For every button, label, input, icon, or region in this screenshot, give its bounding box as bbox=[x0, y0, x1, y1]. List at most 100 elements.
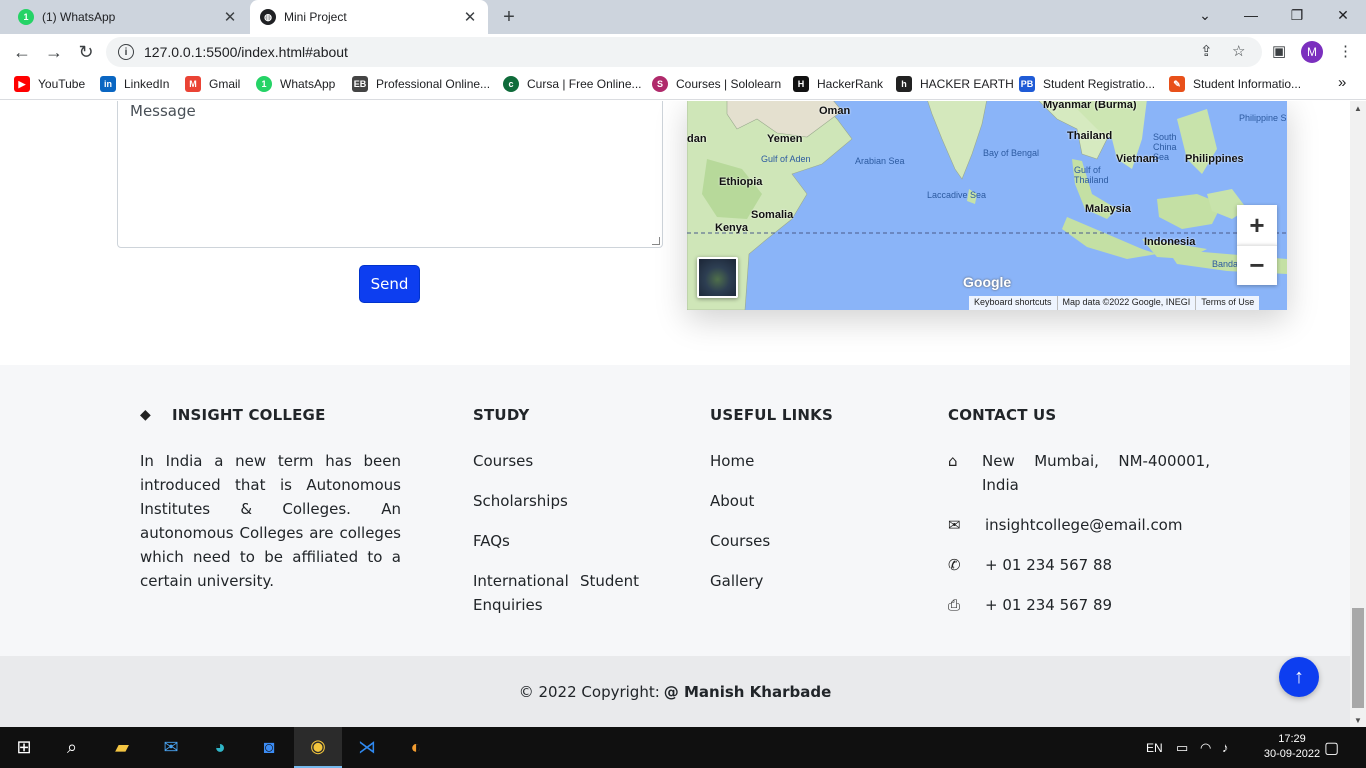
battery-icon[interactable]: ▭ bbox=[1176, 727, 1188, 768]
language-indicator[interactable]: EN bbox=[1146, 727, 1163, 768]
map-attribution: Keyboard shortcuts Map data ©2022 Google… bbox=[969, 296, 1260, 310]
map-label: Myanmar (Burma) bbox=[1043, 101, 1137, 111]
resize-grip-icon[interactable] bbox=[652, 237, 660, 245]
site-footer: ◆ INSIGHT COLLEGE In India a new term has… bbox=[0, 365, 1350, 656]
page-scrollbar[interactable]: ▲ ▼ bbox=[1350, 101, 1366, 727]
footer-link[interactable]: Home bbox=[710, 449, 833, 473]
reload-icon[interactable]: ↻ bbox=[72, 38, 100, 66]
bookmark-hackerearth[interactable]: h HACKER EARTH bbox=[896, 76, 1014, 92]
youtube-icon: ▶ bbox=[14, 76, 30, 92]
contact-phone: ✆ + 01 234 567 88 bbox=[948, 553, 1210, 577]
side-panel-icon[interactable]: ▣ bbox=[1272, 42, 1286, 60]
footer-link[interactable]: About bbox=[710, 489, 833, 513]
map-label: Thailand bbox=[1067, 130, 1113, 142]
eclipse-icon[interactable]: ◐ bbox=[392, 727, 440, 768]
close-window-button[interactable]: ✕ bbox=[1320, 0, 1366, 30]
bookmark-sololearn[interactable]: S Courses | Sololearn bbox=[652, 76, 781, 92]
message-textarea[interactable]: Message bbox=[117, 101, 663, 248]
chrome-icon[interactable]: ◉ bbox=[294, 727, 342, 768]
clock-time: 17:29 bbox=[1278, 733, 1306, 745]
zoom-icon[interactable]: ◙ bbox=[245, 727, 293, 768]
map-sea-label: Gulf of Aden bbox=[761, 154, 811, 164]
eb-icon: EB bbox=[352, 76, 368, 92]
address-bar[interactable]: i 127.0.0.1:5500/index.html#about bbox=[106, 37, 1262, 67]
footer-link[interactable]: Courses bbox=[710, 529, 833, 553]
send-button[interactable]: Send bbox=[359, 265, 420, 303]
copyright-text: © 2022 Copyright: bbox=[518, 682, 660, 701]
tab-title: Mini Project bbox=[284, 10, 347, 24]
close-tab-icon[interactable]: ✕ bbox=[462, 8, 478, 26]
keyboard-shortcuts-link[interactable]: Keyboard shortcuts bbox=[969, 296, 1057, 310]
back-icon[interactable]: ← bbox=[8, 38, 36, 66]
bookmark-student-information[interactable]: ✎ Student Informatio... bbox=[1169, 76, 1301, 92]
map-data-text: Map data ©2022 Google, INEGI bbox=[1056, 296, 1196, 310]
site-info-icon[interactable]: i bbox=[118, 44, 134, 60]
bookmark-student-registration[interactable]: PB Student Registratio... bbox=[1019, 76, 1155, 92]
footer-link[interactable]: Courses bbox=[473, 449, 639, 473]
new-tab-button[interactable]: + bbox=[498, 6, 520, 29]
tab-search-icon[interactable]: ⌄ bbox=[1182, 0, 1228, 30]
back-to-top-button[interactable]: ↑ bbox=[1279, 657, 1319, 697]
footer-link[interactable]: FAQs bbox=[473, 529, 639, 553]
message-placeholder: Message bbox=[130, 102, 196, 120]
footer-link[interactable]: Scholarships bbox=[473, 489, 639, 513]
map-sea-label: Philippine S bbox=[1239, 113, 1287, 123]
footer-link[interactable]: Gallery bbox=[710, 569, 833, 593]
pb-icon: PB bbox=[1019, 76, 1035, 92]
home-icon: ⌂ bbox=[948, 452, 958, 470]
scroll-up-icon[interactable]: ▲ bbox=[1354, 104, 1362, 113]
zoom-out-button[interactable]: − bbox=[1237, 245, 1277, 285]
footer-link[interactable]: International Student Enquiries bbox=[473, 569, 639, 617]
bookmark-star-icon[interactable]: ☆ bbox=[1232, 42, 1245, 60]
map-sea-label: South China Sea bbox=[1153, 132, 1177, 162]
url-text[interactable]: 127.0.0.1:5500/index.html#about bbox=[144, 44, 348, 60]
tab-mini-project[interactable]: ◍ Mini Project ✕ bbox=[250, 0, 488, 34]
scroll-down-icon[interactable]: ▼ bbox=[1354, 716, 1362, 725]
pencil-icon: ✎ bbox=[1169, 76, 1185, 92]
tab-strip: 1 (1) WhatsApp ✕ ◍ Mini Project ✕ + ⌄ — … bbox=[0, 0, 1366, 34]
edge-icon[interactable]: ◕ bbox=[196, 727, 244, 768]
bookmark-linkedin[interactable]: in LinkedIn bbox=[100, 76, 169, 92]
file-explorer-icon[interactable]: ▰ bbox=[98, 727, 146, 768]
map-label: Ethiopia bbox=[719, 176, 763, 188]
restore-button[interactable]: ❐ bbox=[1274, 0, 1320, 30]
windows-start-icon[interactable]: ⊞ bbox=[0, 727, 48, 768]
bookmark-gmail[interactable]: M Gmail bbox=[185, 76, 240, 92]
footer-useful-links-column: USEFUL LINKS Home About Courses Gallery bbox=[710, 405, 833, 609]
forward-icon[interactable]: → bbox=[40, 38, 68, 66]
bookmark-professional-online[interactable]: EB Professional Online... bbox=[352, 76, 490, 92]
bookmark-cursa[interactable]: c Cursa | Free Online... bbox=[503, 76, 642, 92]
tab-whatsapp[interactable]: 1 (1) WhatsApp ✕ bbox=[8, 0, 248, 34]
zoom-in-button[interactable]: + bbox=[1237, 205, 1277, 245]
satellite-toggle-button[interactable] bbox=[697, 257, 738, 298]
globe-icon: ◍ bbox=[260, 9, 276, 25]
contact-heading: CONTACT US bbox=[948, 406, 1057, 424]
google-logo: Google bbox=[963, 274, 1012, 290]
hackerrank-icon: H bbox=[793, 76, 809, 92]
search-icon[interactable]: ⌕ bbox=[48, 727, 96, 768]
print-icon: ⎙ bbox=[948, 596, 961, 614]
more-bookmarks-icon[interactable]: » bbox=[1338, 74, 1346, 91]
google-map[interactable]: Oman Yemen Ethiopia Somalia Kenya Thaila… bbox=[687, 101, 1287, 310]
map-label: Philippines bbox=[1185, 153, 1244, 165]
volume-icon[interactable]: ♪ bbox=[1222, 727, 1229, 768]
bookmark-youtube[interactable]: ▶ YouTube bbox=[14, 76, 85, 92]
terms-of-use-link[interactable]: Terms of Use bbox=[1195, 296, 1259, 310]
notifications-icon[interactable]: ▢ bbox=[1324, 727, 1339, 768]
menu-kebab-icon[interactable]: ⋮ bbox=[1338, 42, 1353, 60]
close-tab-icon[interactable]: ✕ bbox=[222, 8, 238, 26]
mail-icon[interactable]: ✉ bbox=[147, 727, 195, 768]
map-sea-label: Laccadive Sea bbox=[927, 190, 987, 200]
bookmark-whatsapp[interactable]: 1 WhatsApp bbox=[256, 76, 335, 92]
share-icon[interactable]: ⇪ bbox=[1200, 42, 1213, 60]
profile-avatar[interactable]: M bbox=[1301, 41, 1323, 63]
system-clock[interactable]: 17:29 30-09-2022 bbox=[1262, 732, 1322, 762]
scrollbar-thumb[interactable] bbox=[1352, 608, 1364, 708]
map-label: dan bbox=[687, 133, 707, 145]
map-sea-label: Banda bbox=[1212, 259, 1239, 269]
vscode-icon[interactable]: ⋊ bbox=[343, 727, 391, 768]
bookmark-hackerrank[interactable]: H HackerRank bbox=[793, 76, 883, 92]
minimize-button[interactable]: — bbox=[1228, 0, 1274, 30]
brand-name: INSIGHT COLLEGE bbox=[172, 406, 326, 424]
wifi-icon[interactable]: ◠ bbox=[1200, 727, 1211, 768]
